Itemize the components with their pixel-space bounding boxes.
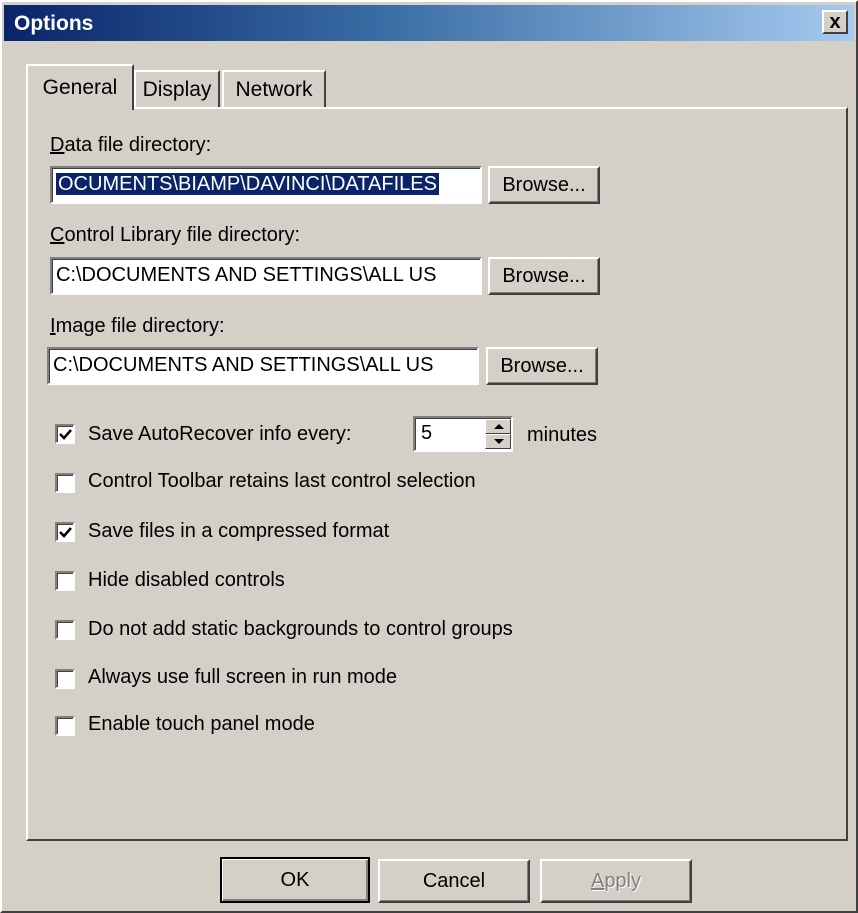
ok-button[interactable]: OK [220, 857, 370, 903]
close-button[interactable]: x [822, 10, 848, 34]
cancel-button-label: Cancel [422, 870, 486, 892]
tab-display[interactable]: Display [134, 70, 220, 108]
window-title: Options [14, 12, 94, 35]
close-icon: x [829, 11, 841, 33]
tab-general[interactable]: General [26, 64, 134, 110]
tab-general-label: General [42, 76, 118, 99]
title-bar[interactable]: Options x [4, 5, 854, 41]
apply-button-mnemonic: A [590, 870, 605, 892]
apply-button[interactable]: Apply [540, 859, 692, 903]
ok-button-label: OK [280, 869, 310, 891]
tab-network[interactable]: Network [222, 70, 326, 108]
tab-network-label: Network [235, 78, 313, 101]
apply-button-label: pply [604, 870, 642, 892]
options-dialog: Options x General Display Network Data f… [0, 0, 858, 913]
tab-display-label: Display [142, 78, 212, 101]
general-tab-panel [26, 107, 848, 841]
cancel-button[interactable]: Cancel [378, 859, 530, 903]
